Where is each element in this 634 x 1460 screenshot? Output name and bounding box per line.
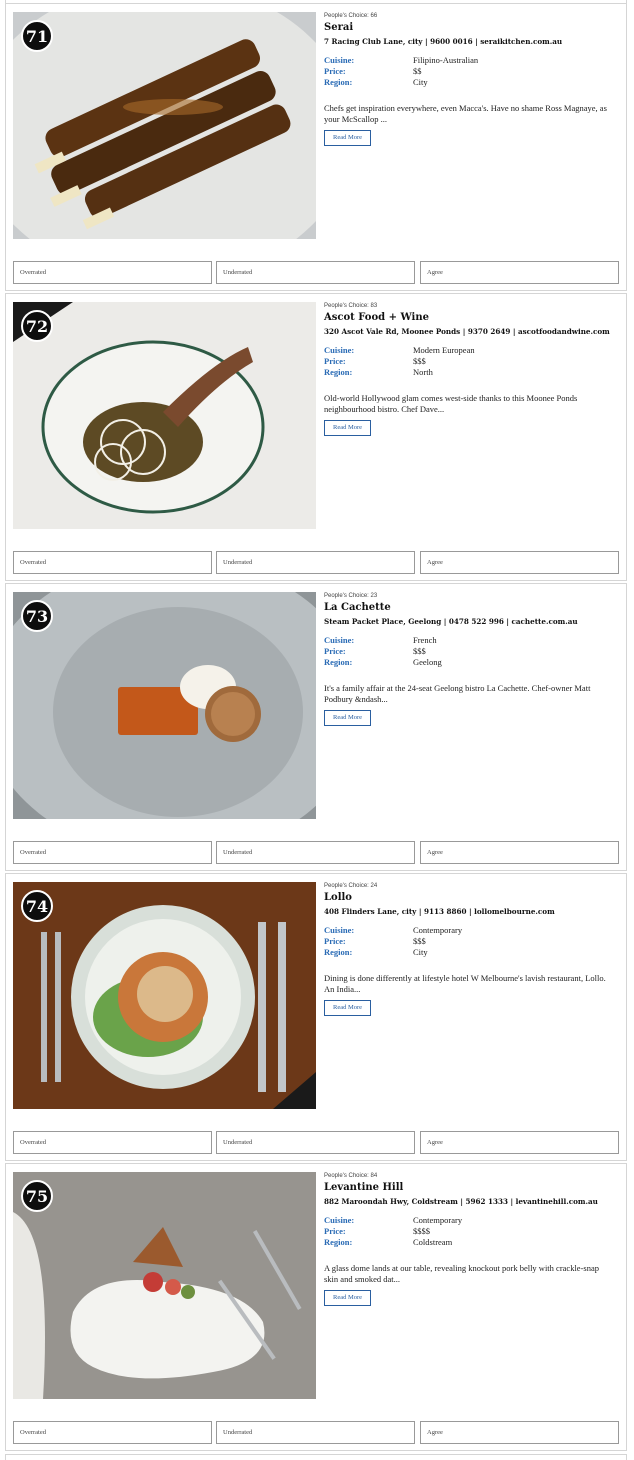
vote-buttons: Overrated Underrated Agree <box>13 1131 620 1154</box>
region-value: Geelong <box>413 657 442 667</box>
price-label: Price: <box>324 66 346 76</box>
cuisine-label: Cuisine: <box>324 55 355 65</box>
restaurant-address: 7 Racing Club Lane, city | 9600 0016 | s… <box>324 37 563 46</box>
price-value: $$$ <box>413 646 426 656</box>
cuisine-value: French <box>413 635 437 645</box>
price-label: Price: <box>324 356 346 366</box>
underrated-button[interactable]: Underrated <box>216 841 415 864</box>
agree-button[interactable]: Agree <box>420 261 619 284</box>
region-value: North <box>413 367 433 377</box>
restaurant-info: People's Choice: 66 Serai 7 Racing Club … <box>324 12 620 146</box>
underrated-button[interactable]: Underrated <box>216 551 415 574</box>
vote-buttons: Overrated Underrated Agree <box>13 1421 620 1444</box>
underrated-button[interactable]: Underrated <box>216 1131 415 1154</box>
card-divider-bottom <box>5 1454 627 1460</box>
read-more-button[interactable]: Read More <box>324 1000 372 1016</box>
restaurant-address: 408 Flinders Lane, city | 9113 8860 | lo… <box>324 907 555 916</box>
restaurant-address: 320 Ascot Vale Rd, Moonee Ponds | 9370 2… <box>324 327 610 336</box>
cuisine-label: Cuisine: <box>324 345 355 355</box>
restaurant-name[interactable]: Lollo <box>324 892 620 904</box>
region-label: Region: <box>324 367 353 377</box>
peoples-choice: People's Choice: 23 <box>324 593 378 599</box>
region-value: City <box>413 77 428 87</box>
dish-photo[interactable]: 71 <box>13 12 316 239</box>
restaurant-description: It's a family affair at the 24-seat Geel… <box>324 683 591 704</box>
rank-badge: 75 <box>21 1180 53 1212</box>
rank-badge: 74 <box>21 890 53 922</box>
read-more-button[interactable]: Read More <box>324 420 372 436</box>
rank-badge: 73 <box>21 600 53 632</box>
agree-button[interactable]: Agree <box>420 841 619 864</box>
overrated-button[interactable]: Overrated <box>13 261 212 284</box>
rank-badge: 72 <box>21 310 53 342</box>
price-value: $$$ <box>413 356 426 366</box>
price-value: $$$$ <box>413 1226 430 1236</box>
underrated-button[interactable]: Underrated <box>216 261 415 284</box>
cuisine-label: Cuisine: <box>324 925 355 935</box>
price-value: $$$ <box>413 936 426 946</box>
read-more-button[interactable]: Read More <box>324 1290 372 1306</box>
peoples-choice: People's Choice: 83 <box>324 303 378 309</box>
restaurant-name[interactable]: Levantine Hill <box>324 1182 620 1194</box>
price-label: Price: <box>324 936 346 946</box>
cuisine-label: Cuisine: <box>324 1215 355 1225</box>
read-more-button[interactable]: Read More <box>324 710 372 726</box>
overrated-button[interactable]: Overrated <box>13 1421 212 1444</box>
restaurant-info: People's Choice: 83 Ascot Food + Wine 32… <box>324 302 620 436</box>
restaurant-name[interactable]: La Cachette <box>324 602 620 614</box>
underrated-button[interactable]: Underrated <box>216 1421 415 1444</box>
region-label: Region: <box>324 657 353 667</box>
vote-buttons: Overrated Underrated Agree <box>13 551 620 574</box>
restaurant-info: People's Choice: 84 Levantine Hill 882 M… <box>324 1172 620 1306</box>
restaurant-address: Steam Packet Place, Geelong | 0478 522 9… <box>324 617 578 626</box>
restaurant-card: 74 People's Choice: 24 Lollo 408 Flinder… <box>5 873 627 1161</box>
peoples-choice: People's Choice: 84 <box>324 1173 378 1179</box>
cuisine-value: Contemporary <box>413 1215 463 1225</box>
cuisine-value: Modern European <box>413 345 475 355</box>
vote-buttons: Overrated Underrated Agree <box>13 261 620 284</box>
region-label: Region: <box>324 77 353 87</box>
dish-photo[interactable]: 72 <box>13 302 316 529</box>
price-label: Price: <box>324 646 346 656</box>
dish-photo[interactable]: 75 <box>13 1172 316 1399</box>
overrated-button[interactable]: Overrated <box>13 841 212 864</box>
peoples-choice: People's Choice: 66 <box>324 13 378 19</box>
restaurant-description: Chefs get inspiration everywhere, even M… <box>324 103 607 124</box>
peoples-choice: People's Choice: 24 <box>324 883 378 889</box>
restaurant-card: 71 People's Choice: 66 Serai 7 Racing Cl… <box>5 3 627 291</box>
agree-button[interactable]: Agree <box>420 1131 619 1154</box>
cuisine-label: Cuisine: <box>324 635 355 645</box>
restaurant-address: 882 Maroondah Hwy, Coldstream | 5962 133… <box>324 1197 598 1206</box>
agree-button[interactable]: Agree <box>420 551 619 574</box>
dish-photo[interactable]: 73 <box>13 592 316 819</box>
rank-badge: 71 <box>21 20 53 52</box>
overrated-button[interactable]: Overrated <box>13 1131 212 1154</box>
restaurant-description: A glass dome lands at our table, reveali… <box>324 1263 599 1284</box>
restaurant-card: 75 People's Choice: 84 Levantine Hill 88… <box>5 1163 627 1451</box>
price-label: Price: <box>324 1226 346 1236</box>
cuisine-value: Contemporary <box>413 925 463 935</box>
price-value: $$ <box>413 66 422 76</box>
agree-button[interactable]: Agree <box>420 1421 619 1444</box>
region-value: Coldstream <box>413 1237 453 1247</box>
restaurant-description: Old-world Hollywood glam comes west-side… <box>324 393 578 414</box>
restaurant-name[interactable]: Ascot Food + Wine <box>324 312 620 324</box>
region-label: Region: <box>324 1237 353 1247</box>
region-label: Region: <box>324 947 353 957</box>
region-value: City <box>413 947 428 957</box>
restaurant-description: Dining is done differently at lifestyle … <box>324 973 606 994</box>
restaurant-card: 73 People's Choice: 23 La Cachette Steam… <box>5 583 627 871</box>
restaurant-card: 72 People's Choice: 83 Ascot Food + Wine… <box>5 293 627 581</box>
restaurant-info: People's Choice: 24 Lollo 408 Flinders L… <box>324 882 620 1016</box>
restaurant-name[interactable]: Serai <box>324 22 620 34</box>
overrated-button[interactable]: Overrated <box>13 551 212 574</box>
vote-buttons: Overrated Underrated Agree <box>13 841 620 864</box>
read-more-button[interactable]: Read More <box>324 130 372 146</box>
cuisine-value: Filipino-Australian <box>413 55 479 65</box>
restaurant-info: People's Choice: 23 La Cachette Steam Pa… <box>324 592 620 726</box>
dish-photo[interactable]: 74 <box>13 882 316 1109</box>
